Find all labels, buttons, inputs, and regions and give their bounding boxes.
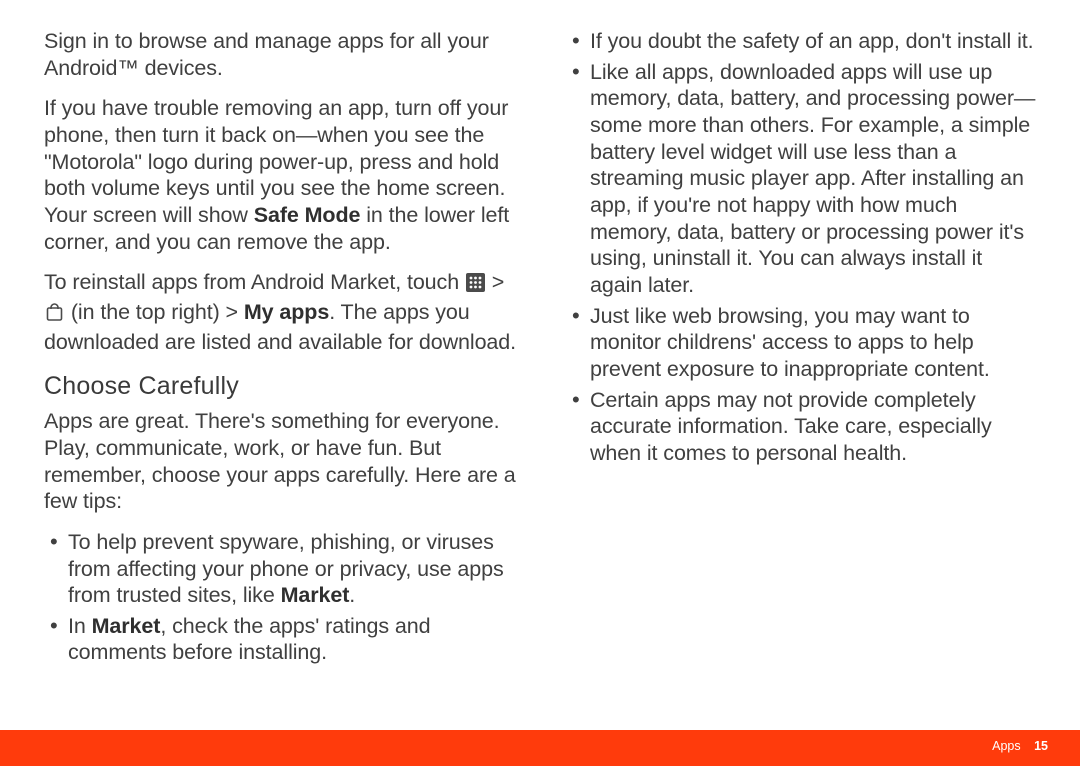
list-item: Certain apps may not provide completely … — [566, 387, 1040, 467]
list-item: Just like web browsing, you may want to … — [566, 303, 1040, 383]
footer-section-label: Apps — [992, 739, 1021, 753]
text-run: In — [68, 614, 92, 638]
text-run: To reinstall apps from Android Market, t… — [44, 270, 465, 294]
apps-grid-icon — [466, 272, 485, 299]
two-column-body: Sign in to browse and manage apps for al… — [44, 28, 1040, 688]
list-item: If you doubt the safety of an app, don't… — [566, 28, 1040, 55]
text-run: (in the top right) > — [65, 300, 244, 324]
text-run: . — [349, 583, 355, 607]
bold-text-market: Market — [92, 614, 161, 638]
document-page: Sign in to browse and manage apps for al… — [0, 0, 1080, 766]
market-bag-icon — [45, 302, 64, 329]
bold-text-my-apps: My apps — [244, 300, 329, 324]
footer-text: Apps 15 — [992, 739, 1048, 753]
paragraph: To reinstall apps from Android Market, t… — [44, 269, 518, 355]
text-run: > — [486, 270, 504, 294]
paragraph: Apps are great. There's something for ev… — [44, 408, 518, 515]
list-item: Like all apps, downloaded apps will use … — [566, 59, 1040, 299]
bold-text-market: Market — [281, 583, 350, 607]
list-item: To help prevent spyware, phishing, or vi… — [44, 529, 518, 609]
footer-bar: Apps 15 — [0, 730, 1080, 766]
heading-choose-carefully: Choose Carefully — [44, 371, 518, 402]
paragraph: Sign in to browse and manage apps for al… — [44, 28, 518, 81]
list-item: In Market, check the apps' ratings and c… — [44, 613, 518, 666]
bold-text-safe-mode: Safe Mode — [254, 203, 361, 227]
paragraph: If you have trouble removing an app, tur… — [44, 95, 518, 255]
page-number: 15 — [1034, 739, 1048, 753]
